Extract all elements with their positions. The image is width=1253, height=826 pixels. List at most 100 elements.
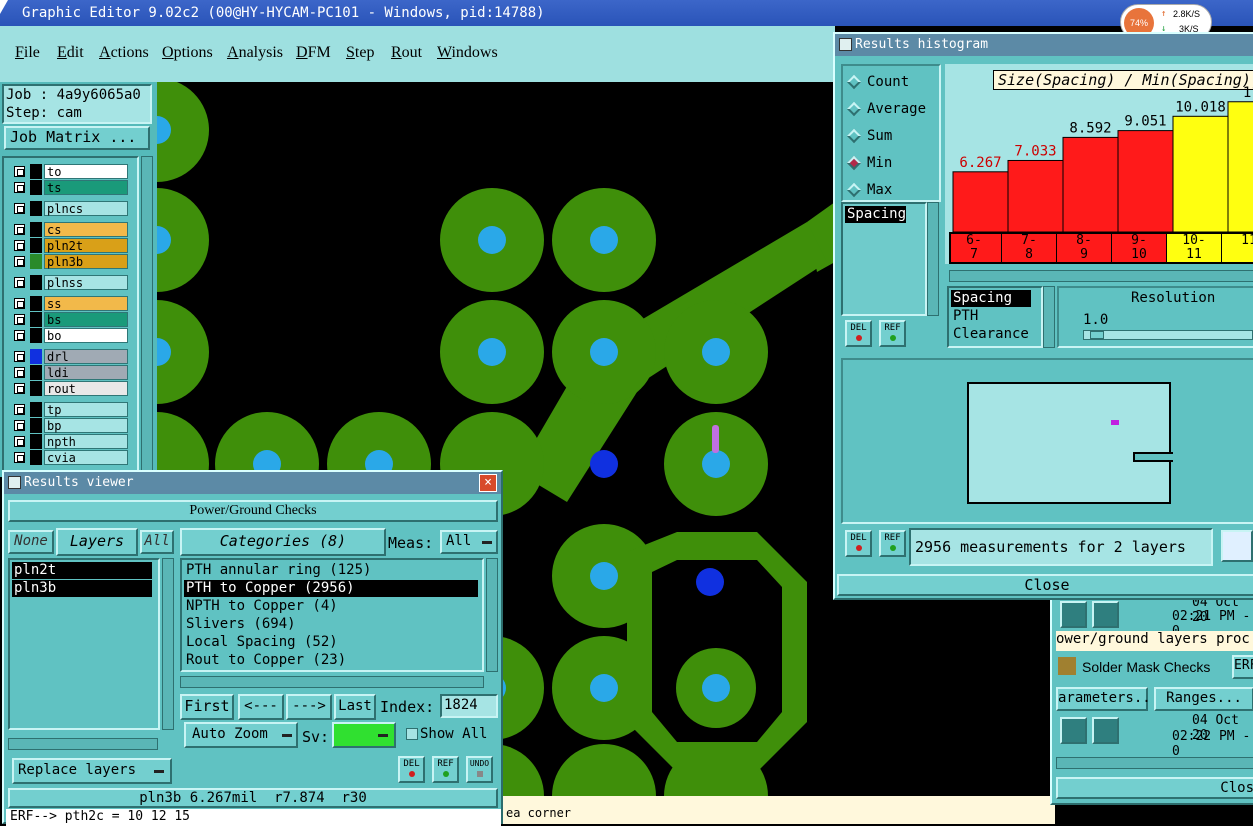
category-item[interactable]: NPTH to Copper (4) (184, 598, 338, 615)
layer-checkbox[interactable] (14, 182, 25, 193)
measure-list[interactable]: Spacing PTH Clearance (947, 286, 1043, 348)
command-line[interactable]: ERF--> pth2c = 10 12 15 (6, 809, 501, 826)
show-all-checkbox[interactable] (406, 728, 418, 740)
results-viewer-close-icon[interactable]: × (479, 474, 497, 492)
prev-button[interactable]: <--- (238, 694, 284, 720)
next-button[interactable]: ---> (286, 694, 332, 720)
category-item[interactable]: PTH to Copper (2956) (184, 580, 478, 597)
layer-checkbox[interactable] (14, 367, 25, 378)
menu-actions[interactable]: Actions (99, 44, 149, 62)
mode-radio-max[interactable] (846, 182, 862, 198)
tab-none[interactable]: None (8, 530, 54, 554)
row2-icon-b[interactable] (1092, 717, 1119, 744)
menu-analysis[interactable]: Analysis (227, 44, 283, 62)
histogram-bar[interactable] (952, 171, 1009, 233)
solder-mask-label[interactable]: Solder Mask Checks (1082, 659, 1210, 675)
meas-dropdown[interactable]: All (440, 530, 498, 554)
bg-close-button[interactable]: Clos (1056, 777, 1253, 799)
resolution-slider[interactable] (1083, 330, 1253, 340)
mode-radio-sum[interactable] (846, 128, 862, 144)
bg-window-hscroll[interactable] (1056, 757, 1253, 769)
layer-row[interactable]: plncs (12, 201, 128, 216)
chart-hscroll[interactable] (949, 270, 1253, 282)
job-matrix-button[interactable]: Job Matrix ... (4, 126, 150, 150)
layer-row[interactable]: tp (12, 402, 128, 417)
results-layer-list[interactable]: pln2t pln3b (8, 558, 160, 730)
category-vscroll[interactable] (486, 558, 498, 672)
mode-radio-average[interactable] (846, 101, 862, 117)
layer-checkbox[interactable] (14, 452, 25, 463)
row2-icon-a[interactable] (1060, 717, 1087, 744)
layer-row[interactable]: cvia (12, 450, 128, 465)
category-item[interactable]: Slivers (694) (184, 616, 296, 633)
ranges-button[interactable]: Ranges... (1154, 687, 1253, 711)
layer-checkbox[interactable] (14, 383, 25, 394)
layer-row[interactable]: pln2t (12, 238, 128, 253)
layer-checkbox[interactable] (14, 166, 25, 177)
rv-undo-button[interactable]: UNDO (466, 756, 493, 783)
display-options-icon[interactable] (1221, 530, 1253, 562)
erf-button[interactable]: ERF (1232, 655, 1253, 679)
menu-file[interactable]: File (15, 44, 40, 62)
category-hscroll[interactable] (180, 676, 484, 688)
measure-type-list[interactable]: Spacing (841, 202, 927, 316)
tab-layers[interactable]: Layers (56, 528, 138, 556)
category-item[interactable]: Rout to Copper (23) (184, 652, 346, 669)
measure-type-item[interactable]: Spacing (845, 206, 907, 223)
menu-edit[interactable]: Edit (57, 44, 84, 62)
measure-type-scrollbar[interactable] (927, 202, 939, 316)
layer-checkbox[interactable] (14, 224, 25, 235)
first-button[interactable]: First (180, 694, 234, 720)
mode-radio-count[interactable] (846, 74, 862, 90)
measure-list-item[interactable]: Spacing (951, 290, 1031, 307)
histogram-close-button[interactable]: Close (837, 574, 1253, 596)
layer-checkbox[interactable] (14, 330, 25, 341)
layer-checkbox[interactable] (14, 298, 25, 309)
last-button[interactable]: Last (334, 694, 376, 720)
mode-radio-min[interactable] (846, 155, 862, 171)
histogram-bar[interactable] (1227, 101, 1253, 233)
layer-checkbox[interactable] (14, 314, 25, 325)
auto-zoom-dropdown[interactable]: Auto Zoom (184, 722, 298, 748)
rv-del-button[interactable]: DEL (398, 756, 425, 783)
layer-row[interactable]: to (12, 164, 128, 179)
preview-ref-button[interactable]: REF (879, 530, 906, 557)
preview-del-button[interactable]: DEL (845, 530, 872, 557)
measure-list-item[interactable]: Clearance (951, 326, 1029, 343)
layer-checkbox[interactable] (14, 277, 25, 288)
histogram-bar[interactable] (1062, 136, 1119, 233)
histogram-bar[interactable] (1007, 159, 1064, 233)
measure-list-scrollbar[interactable] (1043, 286, 1055, 348)
menu-windows[interactable]: Windows (437, 44, 498, 62)
tab-all[interactable]: All (140, 530, 174, 554)
layer-row[interactable]: bp (12, 418, 128, 433)
layer-row[interactable]: drl (12, 349, 128, 364)
hist-ref-button[interactable]: REF (879, 320, 906, 347)
row1-icon-a[interactable] (1060, 601, 1087, 628)
category-list[interactable]: PTH annular ring (125) PTH to Copper (295… (180, 558, 484, 672)
index-input[interactable]: 1824 (440, 694, 498, 718)
histogram-bar[interactable] (1117, 130, 1174, 233)
sv-color-dropdown[interactable] (332, 722, 396, 748)
layer-checkbox[interactable] (14, 351, 25, 362)
layer-checkbox[interactable] (14, 203, 25, 214)
results-layer-item[interactable]: pln2t (12, 562, 152, 579)
measure-list-item[interactable]: PTH (951, 308, 978, 325)
histogram-bar[interactable] (1172, 115, 1229, 233)
menu-dfm[interactable]: DFM (296, 44, 331, 62)
layer-checkbox[interactable] (14, 420, 25, 431)
layer-row[interactable]: ss (12, 296, 128, 311)
layer-checkbox[interactable] (14, 240, 25, 251)
histogram-close-box[interactable] (839, 38, 852, 51)
layer-checkbox[interactable] (14, 256, 25, 267)
layer-row[interactable]: cs (12, 222, 128, 237)
menu-step[interactable]: Step (346, 44, 374, 62)
replace-layers-dropdown[interactable]: Replace layers (12, 758, 172, 784)
results-viewer-sysmenu[interactable] (8, 476, 21, 489)
layer-checkbox[interactable] (14, 404, 25, 415)
results-layer-hscroll[interactable] (8, 738, 158, 750)
layer-row[interactable]: ts (12, 180, 128, 195)
row1-icon-b[interactable] (1092, 601, 1119, 628)
layer-row[interactable]: rout (12, 381, 128, 396)
category-item[interactable]: PTH annular ring (125) (184, 562, 371, 579)
